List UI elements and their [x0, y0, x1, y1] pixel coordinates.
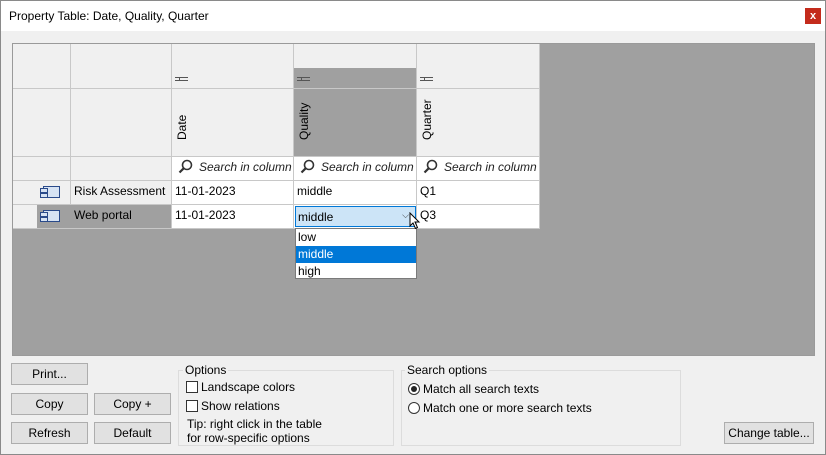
search-input-quality[interactable]: Search in column	[294, 157, 417, 181]
table-cell-date[interactable]: 11-01-2023	[172, 205, 294, 229]
corner-cell-3	[13, 89, 71, 157]
default-button[interactable]: Default	[94, 422, 171, 444]
column-handle-date[interactable]	[172, 44, 294, 89]
dropdown-option-high[interactable]: high	[296, 263, 416, 280]
mouse-cursor-icon	[409, 212, 421, 230]
match-all-label[interactable]: Match all search texts	[423, 382, 539, 396]
search-icon	[300, 159, 315, 174]
property-table-window: Property Table: Date, Quality, Quarter x…	[0, 0, 826, 455]
column-header-quality[interactable]: Quality	[294, 89, 417, 157]
table-cell-date[interactable]: 11-01-2023	[172, 181, 294, 205]
column-resize-icon	[297, 77, 310, 81]
column-handle-quality[interactable]	[294, 44, 417, 89]
landscape-colors-checkbox[interactable]	[186, 381, 198, 393]
component-icon	[40, 210, 60, 222]
column-label-quarter: Quarter	[420, 99, 434, 140]
corner-cell-4	[71, 89, 172, 157]
match-all-radio[interactable]	[408, 383, 420, 395]
tip-text-line1: Tip: right click in the table	[187, 417, 322, 431]
table-row-icon-cell[interactable]	[13, 181, 71, 205]
corner-cell-1	[13, 44, 71, 89]
options-group: Options Landscape colors Show relations …	[178, 363, 394, 446]
table-row-name[interactable]: Web portal	[71, 205, 172, 229]
component-icon	[40, 186, 60, 198]
landscape-colors-label[interactable]: Landscape colors	[201, 380, 295, 394]
options-title: Options	[183, 363, 229, 377]
column-resize-icon	[420, 77, 433, 81]
property-grid[interactable]: Date Quality Quarter Search in column Se…	[12, 43, 815, 356]
change-table-button[interactable]: Change table...	[724, 422, 814, 444]
copy-button[interactable]: Copy	[11, 393, 88, 415]
table-cell-quality[interactable]: middle	[294, 181, 417, 205]
column-header-quarter[interactable]: Quarter	[417, 89, 540, 157]
search-row-corner-1	[13, 157, 71, 181]
search-input-quarter[interactable]: Search in column	[417, 157, 540, 181]
search-row-corner-2	[71, 157, 172, 181]
copy-plus-button[interactable]: Copy +	[94, 393, 171, 415]
table-row-icon-cell[interactable]	[13, 205, 71, 229]
search-icon	[178, 159, 193, 174]
title-bar: Property Table: Date, Quality, Quarter x	[1, 1, 825, 31]
chevron-down-icon[interactable]: ⌵	[402, 210, 409, 221]
corner-cell-2	[71, 44, 172, 89]
table-cell-quarter[interactable]: Q3	[417, 205, 540, 229]
table-row-name[interactable]: Risk Assessment	[71, 181, 172, 205]
search-placeholder: Search in column	[444, 160, 537, 174]
dropdown-value: middle	[298, 210, 334, 224]
quality-dropdown[interactable]: middle ⌵	[295, 206, 416, 227]
search-icon	[423, 159, 438, 174]
tip-text-line2: for row-specific options	[187, 431, 310, 445]
dropdown-option-middle[interactable]: middle	[296, 246, 416, 263]
table-cell-quarter[interactable]: Q1	[417, 181, 540, 205]
close-icon: x	[809, 10, 817, 22]
search-options-group: Search options Match all search texts Ma…	[401, 363, 681, 446]
search-placeholder: Search in column	[321, 160, 414, 174]
column-handle-quarter[interactable]	[417, 44, 540, 89]
match-one-label[interactable]: Match one or more search texts	[423, 401, 592, 415]
column-label-date: Date	[175, 114, 189, 140]
column-resize-icon	[175, 77, 188, 81]
search-input-date[interactable]: Search in column	[172, 157, 294, 181]
show-relations-label[interactable]: Show relations	[201, 399, 280, 413]
quality-dropdown-list[interactable]: low middle high	[295, 228, 417, 279]
search-placeholder: Search in column	[199, 160, 292, 174]
refresh-button[interactable]: Refresh	[11, 422, 88, 444]
column-label-quality: Quality	[297, 102, 311, 140]
print-button[interactable]: Print...	[11, 363, 88, 385]
window-title: Property Table: Date, Quality, Quarter	[9, 9, 209, 23]
column-header-date[interactable]: Date	[172, 89, 294, 157]
show-relations-checkbox[interactable]	[186, 400, 198, 412]
match-one-radio[interactable]	[408, 402, 420, 414]
search-options-title: Search options	[405, 363, 490, 377]
close-button[interactable]: x	[805, 8, 821, 24]
dropdown-option-low[interactable]: low	[296, 229, 416, 246]
